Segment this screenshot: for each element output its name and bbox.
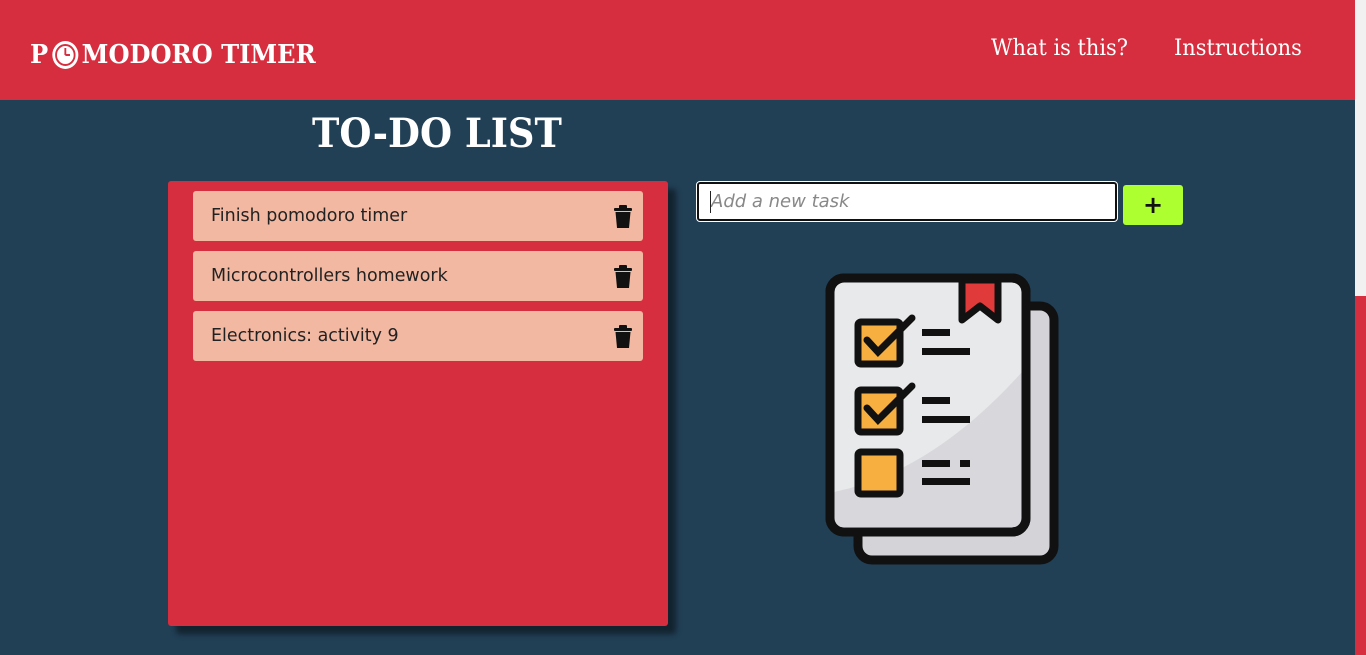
- todo-item: Finish pomodoro timer: [193, 191, 643, 241]
- page-title: TO-DO LIST: [312, 110, 562, 157]
- trash-icon[interactable]: [613, 205, 633, 229]
- clock-icon: [51, 40, 79, 70]
- todo-item-text: Microcontrollers homework: [211, 265, 448, 286]
- new-task-input[interactable]: [696, 181, 1118, 222]
- brand-suffix: MODORO TIMER: [81, 40, 316, 70]
- todo-item: Electronics: activity 9: [193, 311, 643, 361]
- nav-link-instructions[interactable]: Instructions: [1174, 36, 1302, 61]
- add-task-button[interactable]: +: [1123, 185, 1183, 225]
- todo-item: Microcontrollers homework: [193, 251, 643, 301]
- brand-prefix: P: [30, 40, 49, 70]
- trash-icon[interactable]: [613, 265, 633, 289]
- text-caret: [710, 191, 711, 213]
- todo-item-text: Electronics: activity 9: [211, 325, 399, 346]
- trash-icon[interactable]: [613, 325, 633, 349]
- navbar: P MODORO TIMER What is this? Instruction…: [0, 0, 1355, 100]
- checklist-clipboard-icon: [822, 272, 1062, 568]
- nav-link-what-is-this[interactable]: What is this?: [991, 36, 1128, 61]
- brand-logo[interactable]: P MODORO TIMER: [30, 37, 316, 73]
- todo-item-text: Finish pomodoro timer: [211, 205, 408, 226]
- todo-list-panel: Finish pomodoro timer Microcontrollers h…: [168, 181, 668, 626]
- scrollbar-thumb[interactable]: [1355, 296, 1366, 655]
